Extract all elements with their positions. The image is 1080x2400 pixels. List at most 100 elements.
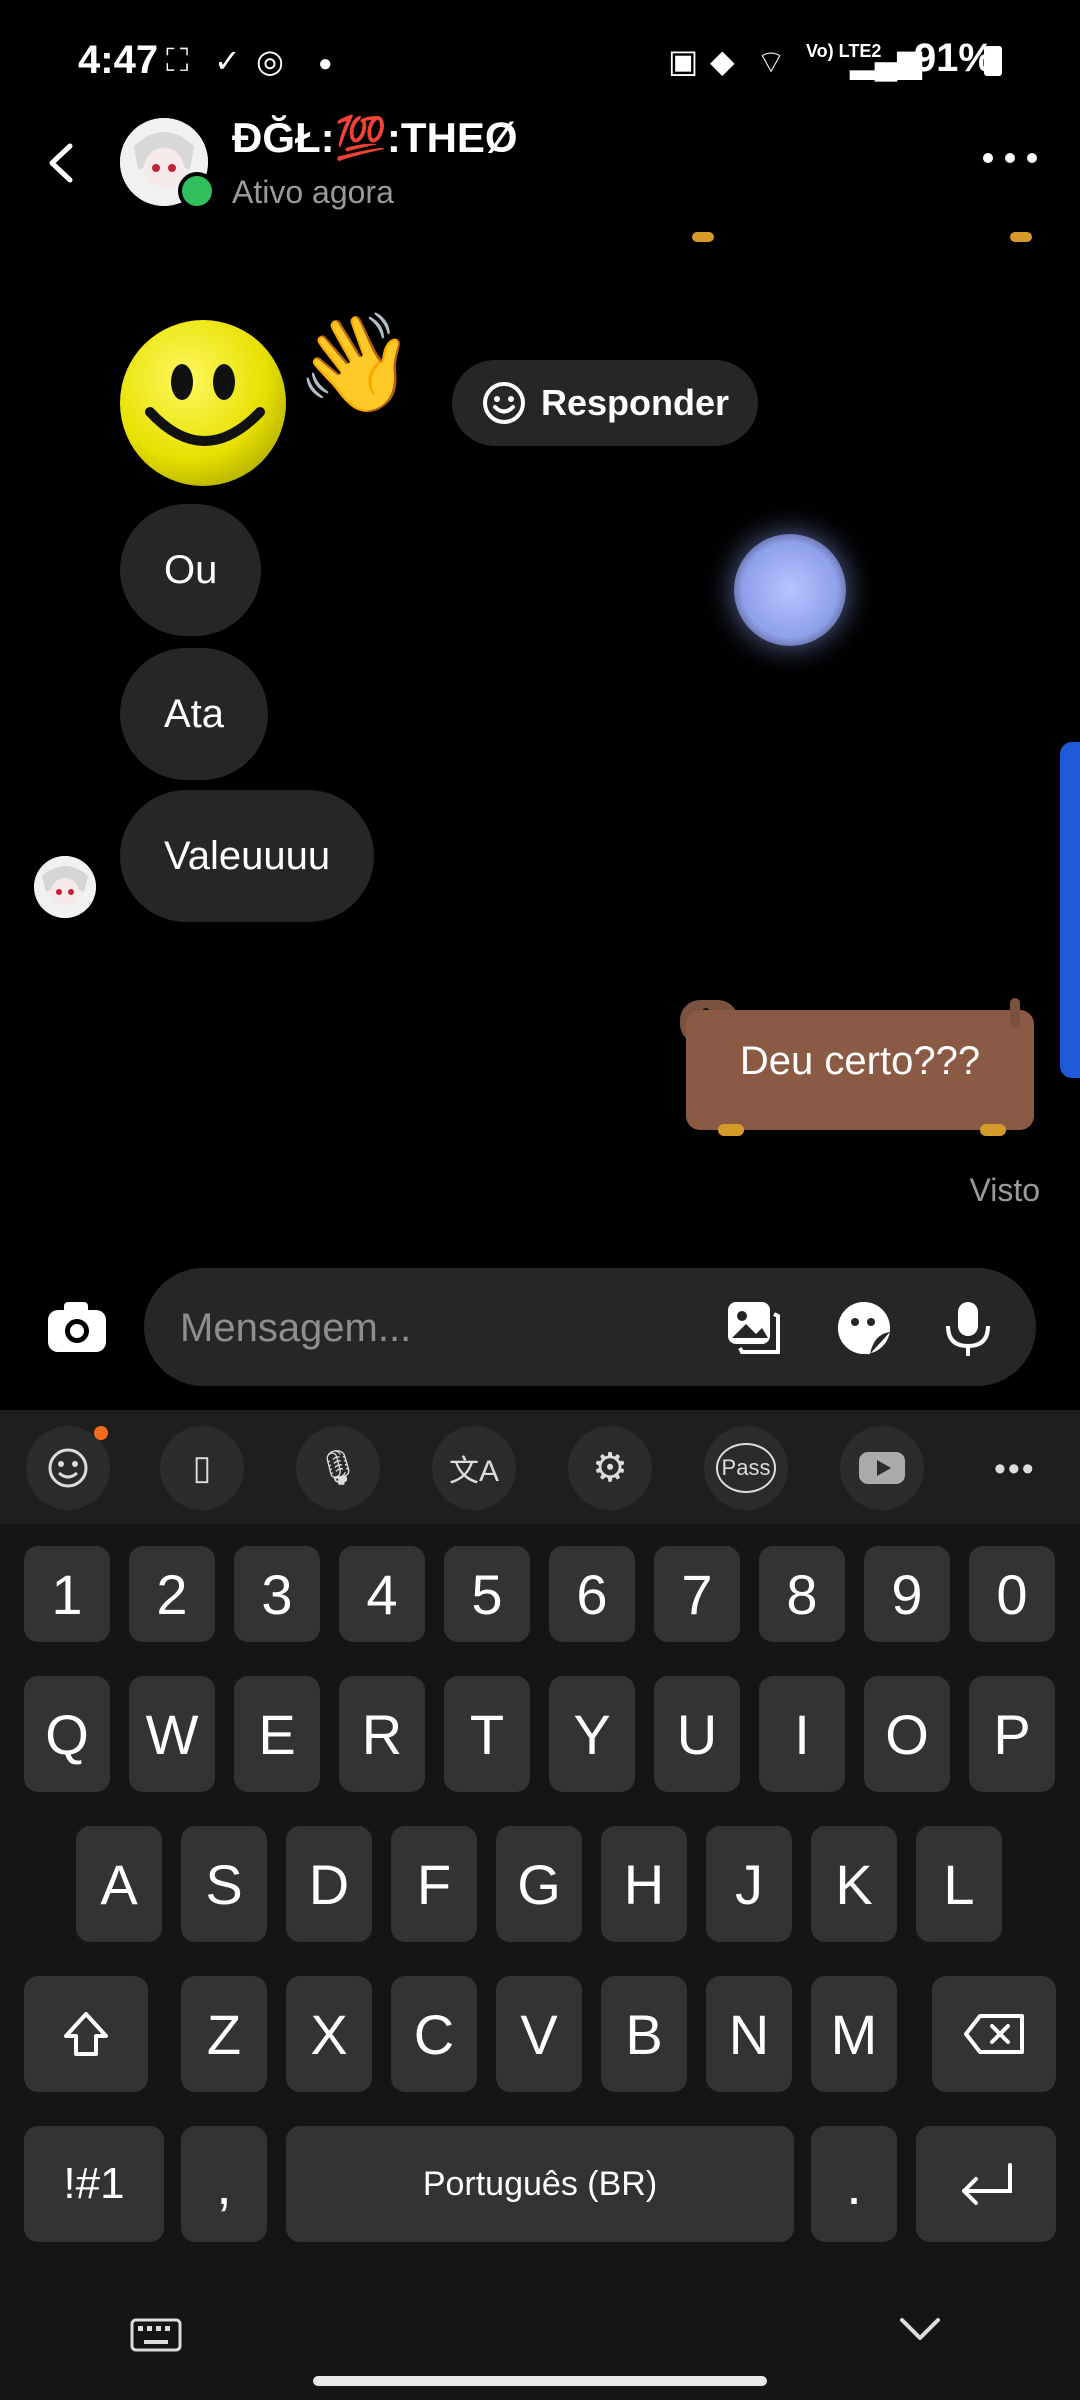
keyboard-icon — [130, 2318, 182, 2352]
message-bubble-received[interactable]: Ou — [120, 504, 262, 636]
key-8[interactable]: 8 — [759, 1546, 845, 1642]
translate-key[interactable]: 文A — [432, 1426, 516, 1510]
camera-button[interactable] — [44, 1294, 110, 1360]
shift-key[interactable] — [24, 1976, 148, 2092]
wave-hand-icon[interactable]: 👋 — [296, 316, 416, 412]
reply-label: Responder — [540, 382, 730, 423]
whatsapp-icon: ◎ — [256, 43, 284, 79]
key-i[interactable]: I — [759, 1676, 845, 1792]
key-p[interactable]: P — [969, 1676, 1055, 1792]
wifi-icon: ⌔ — [756, 44, 787, 80]
contact-name[interactable]: ĐĞŁ:💯:THEØ — [232, 114, 518, 163]
sticker-button[interactable] — [834, 1298, 894, 1358]
key-4[interactable]: 4 — [339, 1546, 425, 1642]
home-gesture-bar[interactable] — [313, 2376, 767, 2386]
key-1[interactable]: 1 — [24, 1546, 110, 1642]
key-t[interactable]: T — [444, 1676, 530, 1792]
key-0[interactable]: 0 — [969, 1546, 1055, 1642]
keyboard-switch-button[interactable] — [130, 2318, 182, 2357]
key-7[interactable]: 7 — [654, 1546, 740, 1642]
notification-dot — [94, 1426, 108, 1440]
gear-icon: ⚙ — [592, 1446, 628, 1490]
message-composer[interactable]: Mensagem... — [144, 1268, 1036, 1386]
sticker-icon — [838, 1302, 890, 1355]
key-o[interactable]: O — [864, 1676, 950, 1792]
edge-panel-handle[interactable] — [1060, 742, 1080, 1078]
key-x[interactable]: X — [286, 1976, 372, 2092]
youtube-icon — [859, 1452, 905, 1484]
message-bubble-received[interactable]: Valeuuuu — [120, 790, 375, 922]
key-9[interactable]: 9 — [864, 1546, 950, 1642]
voice-input-key[interactable]: 🎙 — [296, 1426, 380, 1510]
signal-icon: ▂▄▆ — [850, 43, 922, 79]
message-bubble-received[interactable]: Ata — [120, 648, 269, 780]
diamond-icon: ◆ — [710, 43, 735, 79]
hide-keyboard-button[interactable] — [896, 2310, 944, 2355]
reply-chip[interactable]: Responder — [452, 360, 758, 446]
samsung-pass-key[interactable]: Pass — [704, 1426, 788, 1510]
key-u[interactable]: U — [654, 1676, 740, 1792]
key-y[interactable]: Y — [549, 1676, 635, 1792]
key-g[interactable]: G — [496, 1826, 582, 1942]
keyboard: ▯ 🎙 文A ⚙ Pass ••• 1 2 3 4 5 6 7 8 9 0 Q … — [0, 1410, 1080, 2400]
sender-avatar[interactable] — [34, 856, 96, 918]
key-e[interactable]: E — [234, 1676, 320, 1792]
key-a[interactable]: A — [76, 1826, 162, 1942]
key-k[interactable]: K — [811, 1826, 897, 1942]
key-v[interactable]: V — [496, 1976, 582, 2092]
battery-percentage: 91% — [913, 36, 994, 80]
dot-icon: ● — [318, 50, 333, 77]
key-s[interactable]: S — [181, 1826, 267, 1942]
key-d[interactable]: D — [286, 1826, 372, 1942]
key-q[interactable]: Q — [24, 1676, 110, 1792]
more-tools-icon[interactable]: ••• — [994, 1450, 1036, 1489]
youtube-key[interactable] — [840, 1426, 924, 1510]
key-r[interactable]: R — [339, 1676, 425, 1792]
gallery-button[interactable] — [724, 1298, 784, 1358]
key-f[interactable]: F — [391, 1826, 477, 1942]
key-j[interactable]: J — [706, 1826, 792, 1942]
sticker-fragment — [1010, 232, 1032, 242]
microphone-icon — [946, 1302, 990, 1356]
sent-sticker-message[interactable]: Deu certo??? — [680, 992, 1040, 1142]
checkmark-icon: ✓ — [214, 43, 241, 79]
mic-icon: 🎙 — [316, 1449, 360, 1487]
enter-icon — [962, 2163, 1012, 2205]
settings-key[interactable]: ⚙ — [568, 1426, 652, 1510]
key-2[interactable]: 2 — [129, 1546, 215, 1642]
sent-message-text: Deu certo??? — [739, 1039, 981, 1083]
symbols-key[interactable]: !#1 — [24, 2126, 164, 2242]
key-3[interactable]: 3 — [234, 1546, 320, 1642]
back-button[interactable] — [40, 140, 86, 186]
contact-status: Ativo agora — [232, 174, 394, 210]
key-b[interactable]: B — [601, 1976, 687, 2092]
online-indicator — [178, 172, 216, 210]
period-key[interactable]: . — [811, 2126, 897, 2242]
comma-key[interactable]: , — [181, 2126, 267, 2242]
key-c[interactable]: C — [391, 1976, 477, 2092]
shift-icon — [64, 2012, 108, 2056]
more-options-button[interactable] — [980, 148, 1040, 168]
smiley-sticker[interactable] — [120, 320, 286, 486]
key-l[interactable]: L — [916, 1826, 1002, 1942]
key-5[interactable]: 5 — [444, 1546, 530, 1642]
status-bar: 4:47 ⛶ ✓ ◎ ● ▣ ◆ ⌔ Vo) LTE2 ▂▄▆ 91% — [0, 0, 1080, 120]
backspace-key[interactable] — [932, 1976, 1056, 2092]
status-time: 4:47 — [78, 38, 159, 82]
key-z[interactable]: Z — [181, 1976, 267, 2092]
touch-indicator — [734, 534, 846, 646]
key-w[interactable]: W — [129, 1676, 215, 1792]
key-h[interactable]: H — [601, 1826, 687, 1942]
chat-header: ĐĞŁ:💯:THEØ Ativo agora — [0, 110, 1080, 220]
clipboard-key[interactable]: ▯ — [160, 1426, 244, 1510]
key-n[interactable]: N — [706, 1976, 792, 2092]
key-6[interactable]: 6 — [549, 1546, 635, 1642]
message-input-placeholder[interactable]: Mensagem... — [180, 1306, 411, 1351]
key-m[interactable]: M — [811, 1976, 897, 2092]
backspace-icon — [964, 2014, 1024, 2054]
space-key[interactable]: Português (BR) — [286, 2126, 794, 2242]
clipboard-icon: ▯ — [192, 1449, 212, 1487]
microphone-button[interactable] — [938, 1298, 998, 1358]
enter-key[interactable] — [916, 2126, 1056, 2242]
seen-status: Visto — [969, 1172, 1040, 1208]
